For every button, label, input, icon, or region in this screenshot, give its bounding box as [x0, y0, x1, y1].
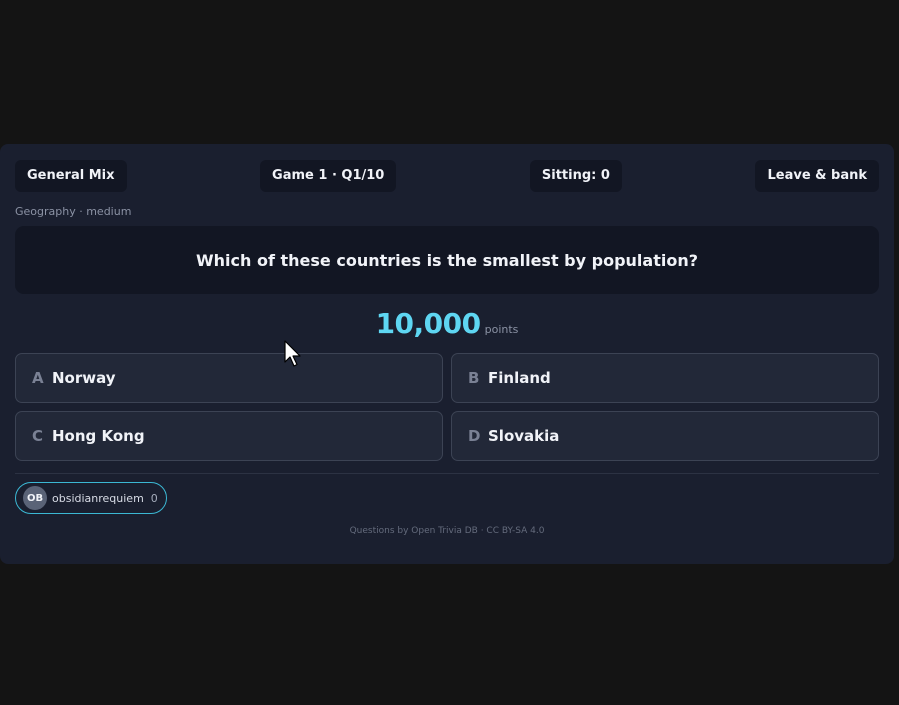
answer-text: Slovakia	[488, 427, 560, 445]
attribution-footer: Questions by Open Trivia DB · CC BY-SA 4…	[349, 526, 545, 536]
leave-and-bank-button[interactable]: Leave & bank	[755, 160, 879, 192]
answer-letter: A	[32, 369, 44, 387]
answer-text: Hong Kong	[52, 427, 145, 445]
points-display: 10,000 points	[15, 307, 879, 341]
player-name: obsidianrequiem	[52, 491, 144, 505]
answer-option-a[interactable]: A Norway	[15, 353, 443, 403]
mouse-cursor-icon	[284, 340, 301, 367]
answer-grid: A Norway B Finland C Hong Kong D Slovaki…	[15, 353, 879, 461]
points-label: points	[484, 323, 519, 336]
question-meta: Geography · medium	[15, 205, 132, 218]
question-text: Which of these countries is the smallest…	[196, 250, 698, 270]
top-bar: General Mix Game 1 · Q1/10 Sitting: 0 Le…	[15, 160, 879, 192]
answer-option-d[interactable]: D Slovakia	[451, 411, 879, 461]
answer-text: Norway	[52, 369, 116, 387]
game-panel: General Mix Game 1 · Q1/10 Sitting: 0 Le…	[0, 144, 894, 564]
divider	[15, 473, 879, 474]
player-list: OB obsidianrequiem 0	[15, 482, 879, 514]
sitting-chip: Sitting: 0	[529, 160, 622, 192]
avatar: OB	[23, 486, 47, 510]
points-value: 10,000	[375, 307, 482, 340]
game-progress-chip: Game 1 · Q1/10	[260, 160, 397, 192]
answer-option-b[interactable]: B Finland	[451, 353, 879, 403]
answer-letter: C	[32, 427, 44, 445]
player-chip: OB obsidianrequiem 0	[15, 482, 167, 514]
answer-text: Finland	[488, 369, 551, 387]
category-chip: General Mix	[15, 160, 127, 192]
question-card: Which of these countries is the smallest…	[15, 226, 879, 294]
answer-option-c[interactable]: C Hong Kong	[15, 411, 443, 461]
answer-letter: D	[468, 427, 481, 445]
player-score: 0	[150, 491, 158, 505]
answer-letter: B	[468, 369, 480, 387]
